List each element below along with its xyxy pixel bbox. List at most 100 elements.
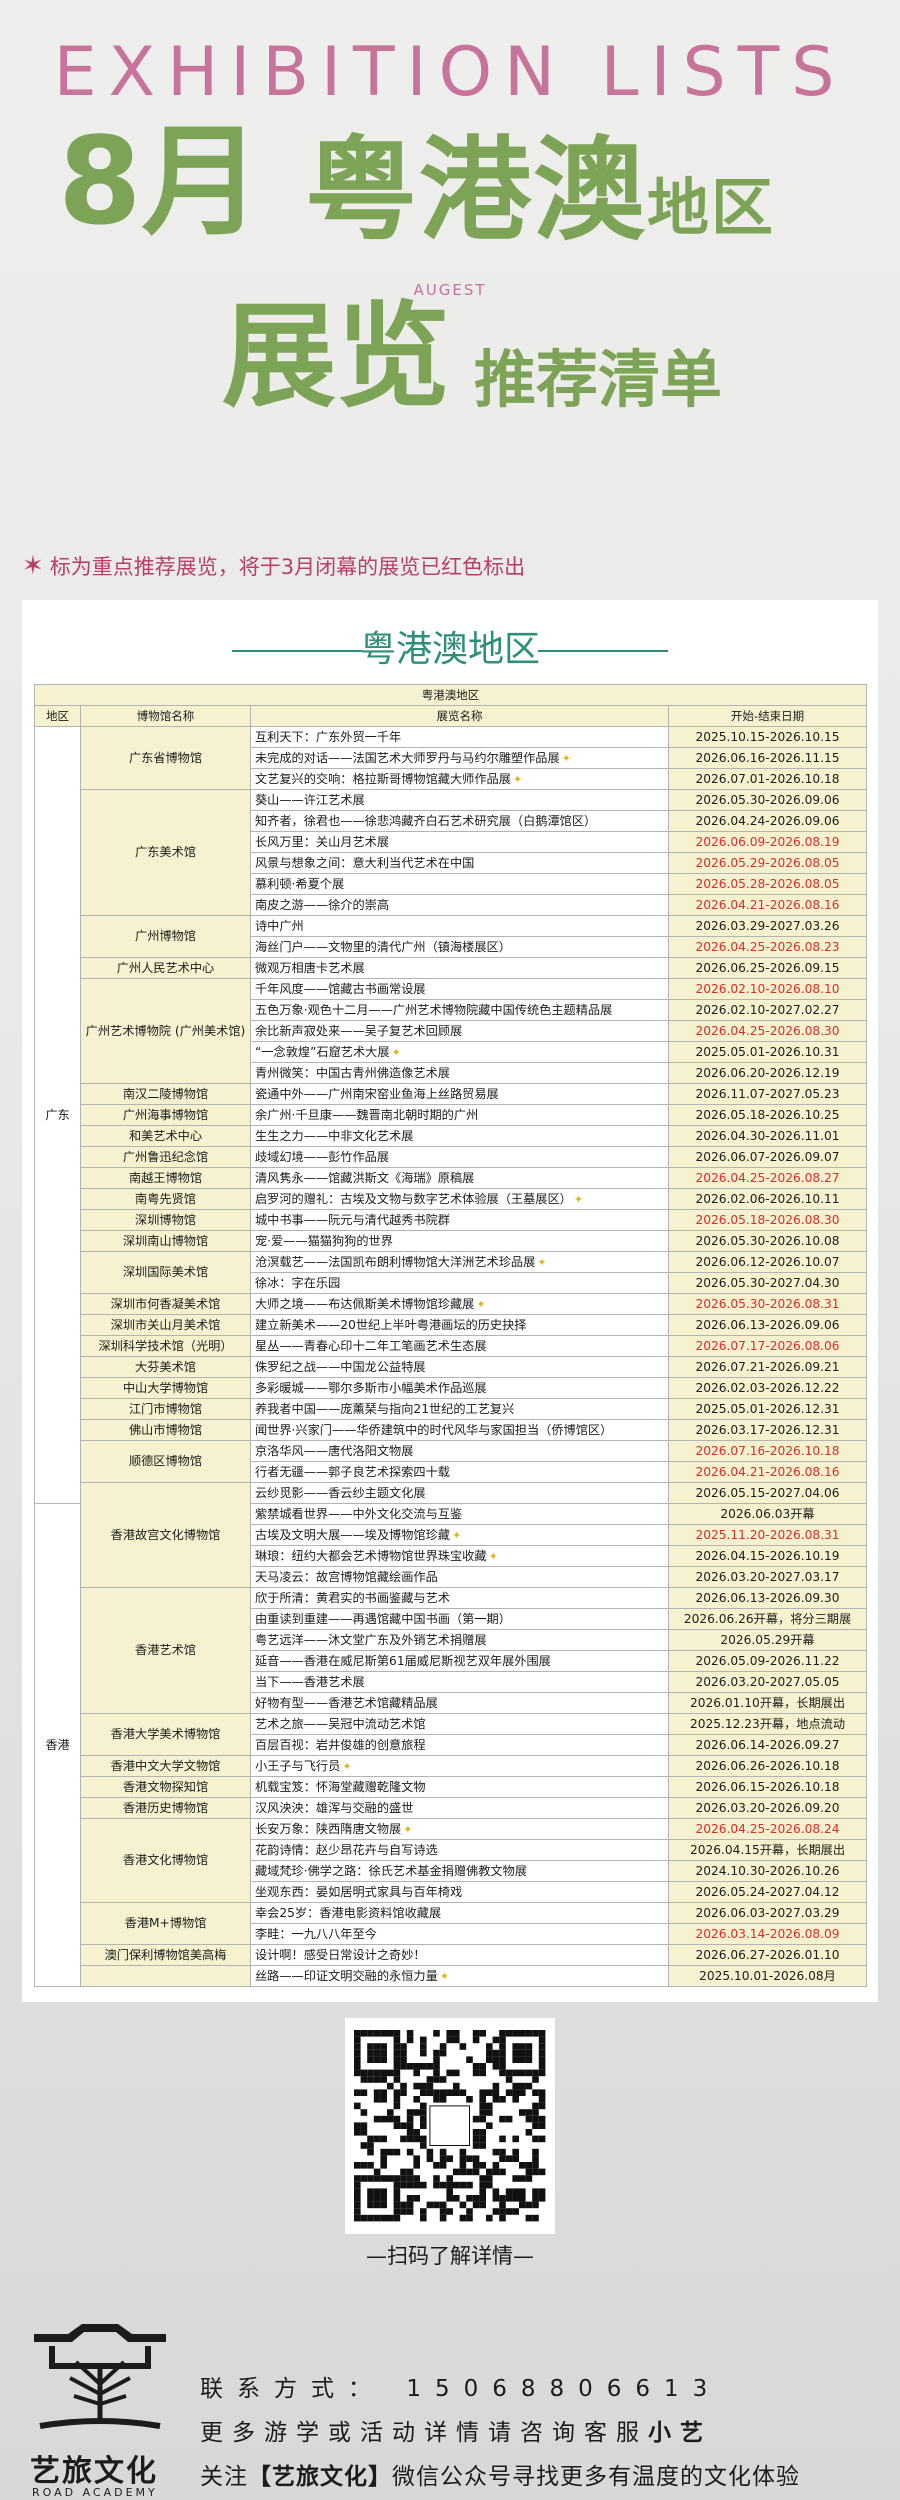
exhibition-name-cell: 坐观东西：晏如居明式家具与百年椅戏 xyxy=(250,1881,669,1903)
col-region-header: 地区 xyxy=(34,705,81,727)
highlight-star-icon: ✦ xyxy=(573,1192,584,1206)
table-row: 南汉二陵博物馆 瓷通中外——广州南宋窑业鱼海上丝路贸易展 2026.11.07-20… xyxy=(35,1083,867,1105)
venue-cell: 佛山市博物馆 xyxy=(80,1419,251,1441)
exhibition-name: 云纱觅影——香云纱主题文化展 xyxy=(255,1485,426,1500)
highlight-star-icon: ✦ xyxy=(342,1759,352,1773)
title-month: 8月 xyxy=(58,113,262,252)
table-row: 深圳市何香凝美术馆 大师之境——布达佩斯美术博物馆珍藏展 ✦ 2026.05.30-2… xyxy=(35,1293,867,1315)
exhibition-name: 徐冰：字在乐园 xyxy=(255,1275,341,1290)
logo-brand-name: 艺旅文化 xyxy=(30,2454,158,2489)
exhibition-name-cell: 长风万里：关山月艺术展 xyxy=(250,831,669,853)
venue-cell: 广州海事博物馆 xyxy=(80,1104,251,1126)
exhibition-name: 城中书事——阮元与清代越秀书院群 xyxy=(255,1212,450,1227)
title-region-main: 粤港澳 xyxy=(305,126,647,256)
exhibition-name-cell: 设计啊！感受日常设计之奇妙！ xyxy=(250,1944,669,1966)
table-row: 江门市博物馆 养我者中国——庞薰琹与指向21世纪的工艺复兴 2025.05.01-2… xyxy=(35,1398,867,1420)
exhibition-name-cell: 多彩暖城——鄂尔多斯市小幅美术作品巡展 xyxy=(250,1377,669,1399)
table-top-header: 粤港澳地区 xyxy=(34,684,867,706)
exhibition-date-cell: 2026.04.25-2026.08.27 xyxy=(668,1167,867,1189)
exhibition-name-cell: 南皮之游——徐介的崇高 xyxy=(250,894,669,916)
exhibition-name-cell: 长安万象：陕西隋唐文物展 ✦ xyxy=(250,1818,669,1840)
table-row: 深圳国际美术馆 沧溟载艺——法国凯布朗利博物馆大洋洲艺术珍品展 ✦ 2026.06.1… xyxy=(35,1251,867,1294)
exhibition-name-cell: 瓷通中外——广州南宋窑业鱼海上丝路贸易展 xyxy=(250,1083,669,1105)
table-row: 香港艺术馆 欣于所清：黄君实的书画鉴藏与艺术 2026.06.13-2026.09.… xyxy=(35,1587,867,1714)
logo-subtitle: ROAD ACADEMY xyxy=(32,2486,158,2499)
table-row: 和美艺术中心 生生之力——中非文化艺术展 2026.04.30-2026.11.01 xyxy=(35,1125,867,1147)
table-row: 广州博物馆 诗中广州 2026.03.29-2027.03.26 xyxy=(35,915,867,958)
exhibition-name-cell: 余比新声寂处来——吴子复艺术回顾展 xyxy=(250,1020,669,1042)
exhibition-date-cell: 2025.05.01-2026.10.31 xyxy=(668,1041,867,1063)
exhibition-date-cell: 2024.10.30-2026.10.26 xyxy=(668,1860,867,1882)
exhibition-name: 设计啊！感受日常设计之奇妙！ xyxy=(255,1947,426,1962)
venue-cell: 广州鲁迅纪念馆 xyxy=(80,1146,251,1168)
region-cell: 广东 xyxy=(34,726,81,1504)
table-row: 广州艺术博物院 (广州美术馆) 千年风度——馆藏古书画常设展 2026.02.10-… xyxy=(35,978,867,1084)
table-row: 深圳科学技术馆（光明） 星丛——青春心印十二年工笔画艺术生态展 2026.07.17… xyxy=(35,1335,867,1357)
table-row: 南粤先贤馆 启罗河的赠礼：古埃及文物与数字艺术体验展（王墓展区） ✦ 2026.02.… xyxy=(35,1188,867,1210)
exhibition-name-cell: 京洛华风——唐代洛阳文物展 xyxy=(250,1440,669,1462)
exhibition-date-cell: 2026.02.10-2027.02.27 xyxy=(668,999,867,1021)
exhibition-date-cell: 2026.05.30-2026.09.06 xyxy=(668,789,867,811)
exhibition-date-cell: 2026.07.16-2026.10.18 xyxy=(668,1440,867,1462)
exhibition-name-cell: 小王子与飞行员 ✦ xyxy=(250,1755,669,1777)
legend-note: ✶ 标为重点推荐展览，将于3月闭幕的展览已红色标出 xyxy=(22,548,525,585)
exhibition-date-cell: 2026.11.07-2027.05.23 xyxy=(668,1083,867,1105)
venue-cell: 江门市博物馆 xyxy=(80,1398,251,1420)
card-title: 粤港澳地区 xyxy=(359,629,540,670)
exhibition-name: 微观万相唐卡艺术展 xyxy=(255,960,365,975)
exhibition-name: 海丝门户——文物里的清代广州（镇海楼展区） xyxy=(255,939,511,954)
exhibition-name: 紫禁城看世界——中外文化交流与互鉴 xyxy=(255,1506,463,1521)
exhibition-date-cell: 2026.06.15-2026.10.18 xyxy=(668,1776,867,1798)
exhibition-name-cell: 慕利顿·希夏个展 xyxy=(250,873,669,895)
table-row: 丝路——印证文明交融的永恒力量 ✦ 2025.10.01-2026.08月 xyxy=(35,1965,867,1987)
exhibition-name: 由重读到重建——再遇馆藏中国书画（第一期） xyxy=(255,1611,511,1626)
exhibition-name: 行者无疆——郭子良艺术探索四十载 xyxy=(255,1464,450,1479)
contact-follow-post: 微信公众号寻找更多有温度的文化体验 xyxy=(392,2464,800,2490)
title-region-suffix: 地区 xyxy=(647,171,776,244)
table-row: 广东美术馆 葵山——许江艺术展 2026.05.30-2026.09.06 xyxy=(35,789,867,916)
exhibition-name-cell: 延音——香港在威尼斯第61届威尼斯视艺双年展外围展 xyxy=(250,1650,669,1672)
exhibition-name: 藏域梵珍·佛学之路：徐氏艺术基金捐赠佛教文物展 xyxy=(255,1863,527,1878)
exhibition-name: 闻世界·兴家门——华侨建筑中的时代风华与家国担当（侨博馆区） xyxy=(255,1422,613,1437)
venue-cell: 中山大学博物馆 xyxy=(80,1377,251,1399)
col-date-header: 开始-结束日期 xyxy=(668,705,867,727)
venue-cell: 深圳市何香凝美术馆 xyxy=(80,1293,251,1315)
col-exhibit-header: 展览名称 xyxy=(250,705,669,727)
table-row: 深圳博物馆 城中书事——阮元与清代越秀书院群 2026.05.18-2026.08.… xyxy=(35,1209,867,1231)
exhibition-date-cell: 2026.04.15开幕，长期展出 xyxy=(668,1839,867,1861)
table-row: 中山大学博物馆 多彩暖城——鄂尔多斯市小幅美术作品巡展 2026.02.03-202… xyxy=(35,1377,867,1399)
exhibition-name: 京洛华风——唐代洛阳文物展 xyxy=(255,1443,414,1458)
exhibition-date-cell: 2026.05.30-2027.04.30 xyxy=(668,1272,867,1294)
exhibition-date-cell: 2026.06.16-2026.11.15 xyxy=(668,747,867,769)
exhibition-name: 青州微笑：中国古青州佛造像艺术展 xyxy=(255,1065,450,1080)
exhibition-date-cell: 2026.06.13-2026.09.30 xyxy=(668,1587,867,1609)
exhibition-name-cell: 建立新美术——20世纪上半叶粤港画坛的历史抉择 xyxy=(250,1314,669,1336)
exhibition-name: 清风隽永——馆藏洪斯文《海瑞》原稿展 xyxy=(255,1170,475,1185)
exhibition-name-cell: 紫禁城看世界——中外文化交流与互鉴 xyxy=(250,1503,669,1525)
exhibition-name: 建立新美术——20世纪上半叶粤港画坛的历史抉择 xyxy=(255,1317,527,1332)
exhibition-name-cell: 五色万象·观色十二月——广州艺术博物院藏中国传统色主题精品展 xyxy=(250,999,669,1021)
venue-cell: 深圳博物馆 xyxy=(80,1209,251,1231)
exhibition-date-cell: 2026.03.20-2027.05.05 xyxy=(668,1671,867,1693)
star-icon: ✶ xyxy=(22,551,44,581)
highlight-star-icon: ✦ xyxy=(452,1528,462,1542)
brand-logo: 艺旅文化 ROAD ACADEMY xyxy=(30,2322,166,2500)
exhibition-name: 瓷通中外——广州南宋窑业鱼海上丝路贸易展 xyxy=(255,1086,499,1101)
venue-cell: 广州人民艺术中心 xyxy=(80,957,251,979)
contact-service-text: 更多游学或活动详情请咨询客服 xyxy=(200,2420,648,2446)
qr-code[interactable] xyxy=(345,2018,555,2234)
table-body: 广东 广东省博物馆 互利天下：广东外贸一千年 2025.10.15-2026.10.1… xyxy=(34,726,867,1987)
exhibition-name-cell: 汉风泱泱：雄浑与交融的盛世 xyxy=(250,1797,669,1819)
exhibition-name-cell: 好物有型——香港艺术馆藏精品展 xyxy=(250,1692,669,1714)
logo-mark-icon xyxy=(34,2324,166,2429)
exhibition-date-cell: 2026.06.26-2026.10.18 xyxy=(668,1755,867,1777)
contact-phone-number[interactable]: 15068806613 xyxy=(406,2376,721,2402)
exhibition-name: 南皮之游——徐介的崇高 xyxy=(255,897,390,912)
exhibition-name-cell: 养我者中国——庞薰琹与指向21世纪的工艺复兴 xyxy=(250,1398,669,1420)
exhibition-card: 粤港澳地区 粤港澳地区 地区 博物馆名称 展览名称 开始-结束日期 广东 广东省博… xyxy=(22,600,878,2002)
table-row: 香港历史博物馆 汉风泱泱：雄浑与交融的盛世 2026.03.20-2026.09.2… xyxy=(35,1797,867,1819)
exhibition-date-cell: 2026.04.25-2026.08.24 xyxy=(668,1818,867,1840)
exhibition-name: 花韵诗情：赵少昂花卉与自写诗选 xyxy=(255,1842,438,1857)
exhibition-name-cell: 沧溟载艺——法国凯布朗利博物馆大洋洲艺术珍品展 ✦ xyxy=(250,1251,669,1273)
exhibition-date-cell: 2026.02.10-2026.08.10 xyxy=(668,978,867,1000)
